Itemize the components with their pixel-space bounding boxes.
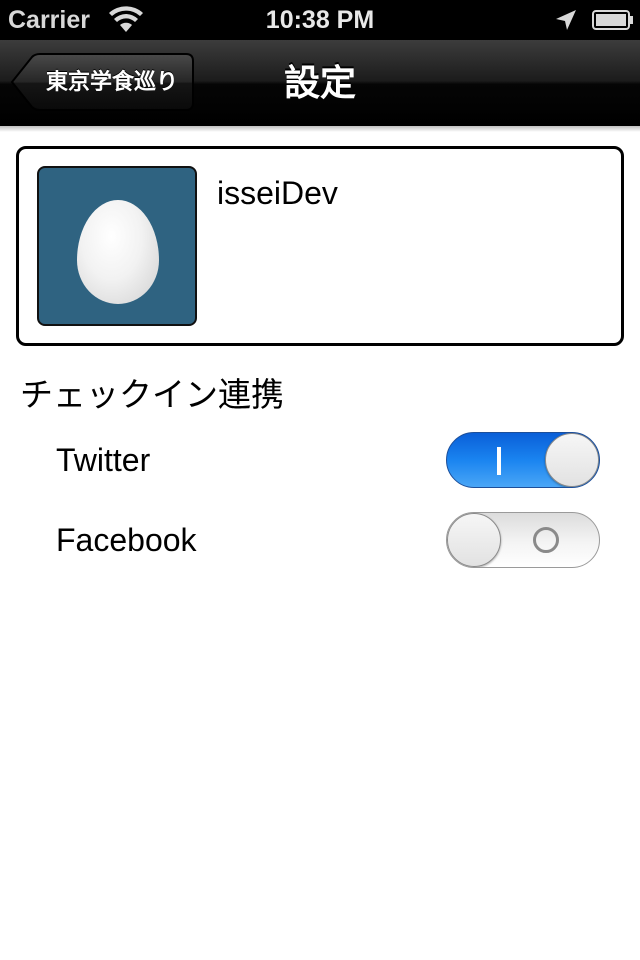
facebook-label: Facebook — [56, 522, 197, 558]
username: isseiDev — [217, 175, 338, 211]
switch-knob[interactable] — [447, 513, 501, 567]
switch-on-glyph-icon — [497, 447, 501, 475]
nav-bar-shadow — [0, 126, 640, 132]
twitter-toggle[interactable] — [446, 432, 600, 488]
facebook-row: Facebook — [0, 510, 640, 570]
avatar — [37, 166, 197, 326]
status-time: 10:38 PM — [265, 6, 375, 34]
back-button-label: 東京学食巡り — [45, 69, 178, 94]
checkin-section-title: チェックイン連携 — [20, 376, 284, 413]
back-button[interactable]: 東京学食巡り — [10, 53, 194, 111]
switch-knob[interactable] — [545, 433, 599, 487]
egg-avatar-icon — [77, 200, 159, 304]
location-arrow-icon — [556, 10, 576, 30]
page-title: 設定 — [283, 62, 356, 103]
profile-card: isseiDev — [16, 146, 624, 346]
facebook-toggle[interactable] — [446, 512, 600, 568]
twitter-label: Twitter — [56, 442, 151, 478]
status-bar: Carrier 10:38 PM — [0, 0, 640, 40]
battery-icon — [592, 10, 633, 30]
switch-off-glyph-icon — [533, 527, 559, 553]
navigation-bar: 東京学食巡り 設定 — [0, 40, 640, 126]
twitter-row: Twitter — [0, 430, 640, 490]
